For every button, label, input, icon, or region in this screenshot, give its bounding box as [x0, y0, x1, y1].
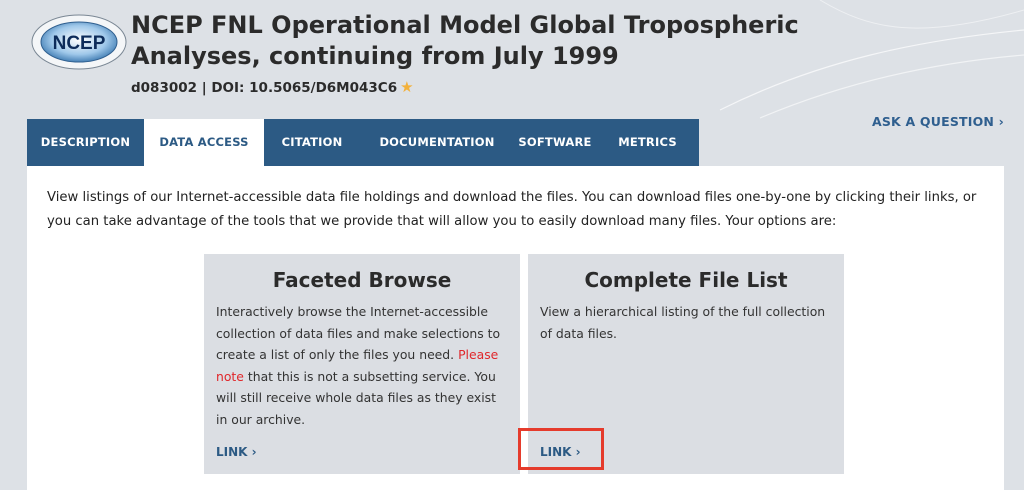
card-title: Faceted Browse	[272, 268, 452, 292]
logo-text: NCEP	[53, 33, 106, 54]
tab-description[interactable]: DESCRIPTION	[27, 119, 144, 166]
tab-citation[interactable]: CITATION	[264, 119, 360, 166]
doi-text: d083002 | DOI: 10.5065/D6M043C6	[131, 80, 398, 96]
tab-bar: DESCRIPTION DATA ACCESS CITATION DOCUMEN…	[27, 119, 699, 167]
highlight-box	[518, 428, 604, 470]
card-title: Complete File List	[584, 268, 788, 292]
faceted-browse-link[interactable]: LINK ›	[216, 445, 257, 459]
tab-data-access[interactable]: DATA ACCESS	[144, 119, 264, 167]
page-title: NCEP FNL Operational Model Global Tropos…	[131, 11, 799, 70]
card-description: Interactively browse the Internet-access…	[216, 304, 501, 427]
intro-text: View listings of our Internet-accessible…	[47, 190, 977, 229]
star-icon[interactable]: ★	[400, 78, 413, 96]
tab-software[interactable]: SOFTWARE	[514, 119, 596, 166]
card-description: View a hierarchical listing of the full …	[540, 304, 826, 341]
dataset-doi: d083002 | DOI: 10.5065/D6M043C6 ★	[131, 78, 414, 96]
ncep-logo: NCEP	[31, 14, 127, 70]
faceted-browse-card: Faceted Browse Interactively browse the …	[204, 254, 520, 474]
data-access-panel: View listings of our Internet-accessible…	[27, 166, 1004, 490]
ask-a-question-link[interactable]: ASK A QUESTION ›	[872, 114, 1004, 129]
tab-metrics[interactable]: METRICS	[596, 119, 699, 166]
tab-documentation[interactable]: DOCUMENTATION	[360, 119, 514, 166]
